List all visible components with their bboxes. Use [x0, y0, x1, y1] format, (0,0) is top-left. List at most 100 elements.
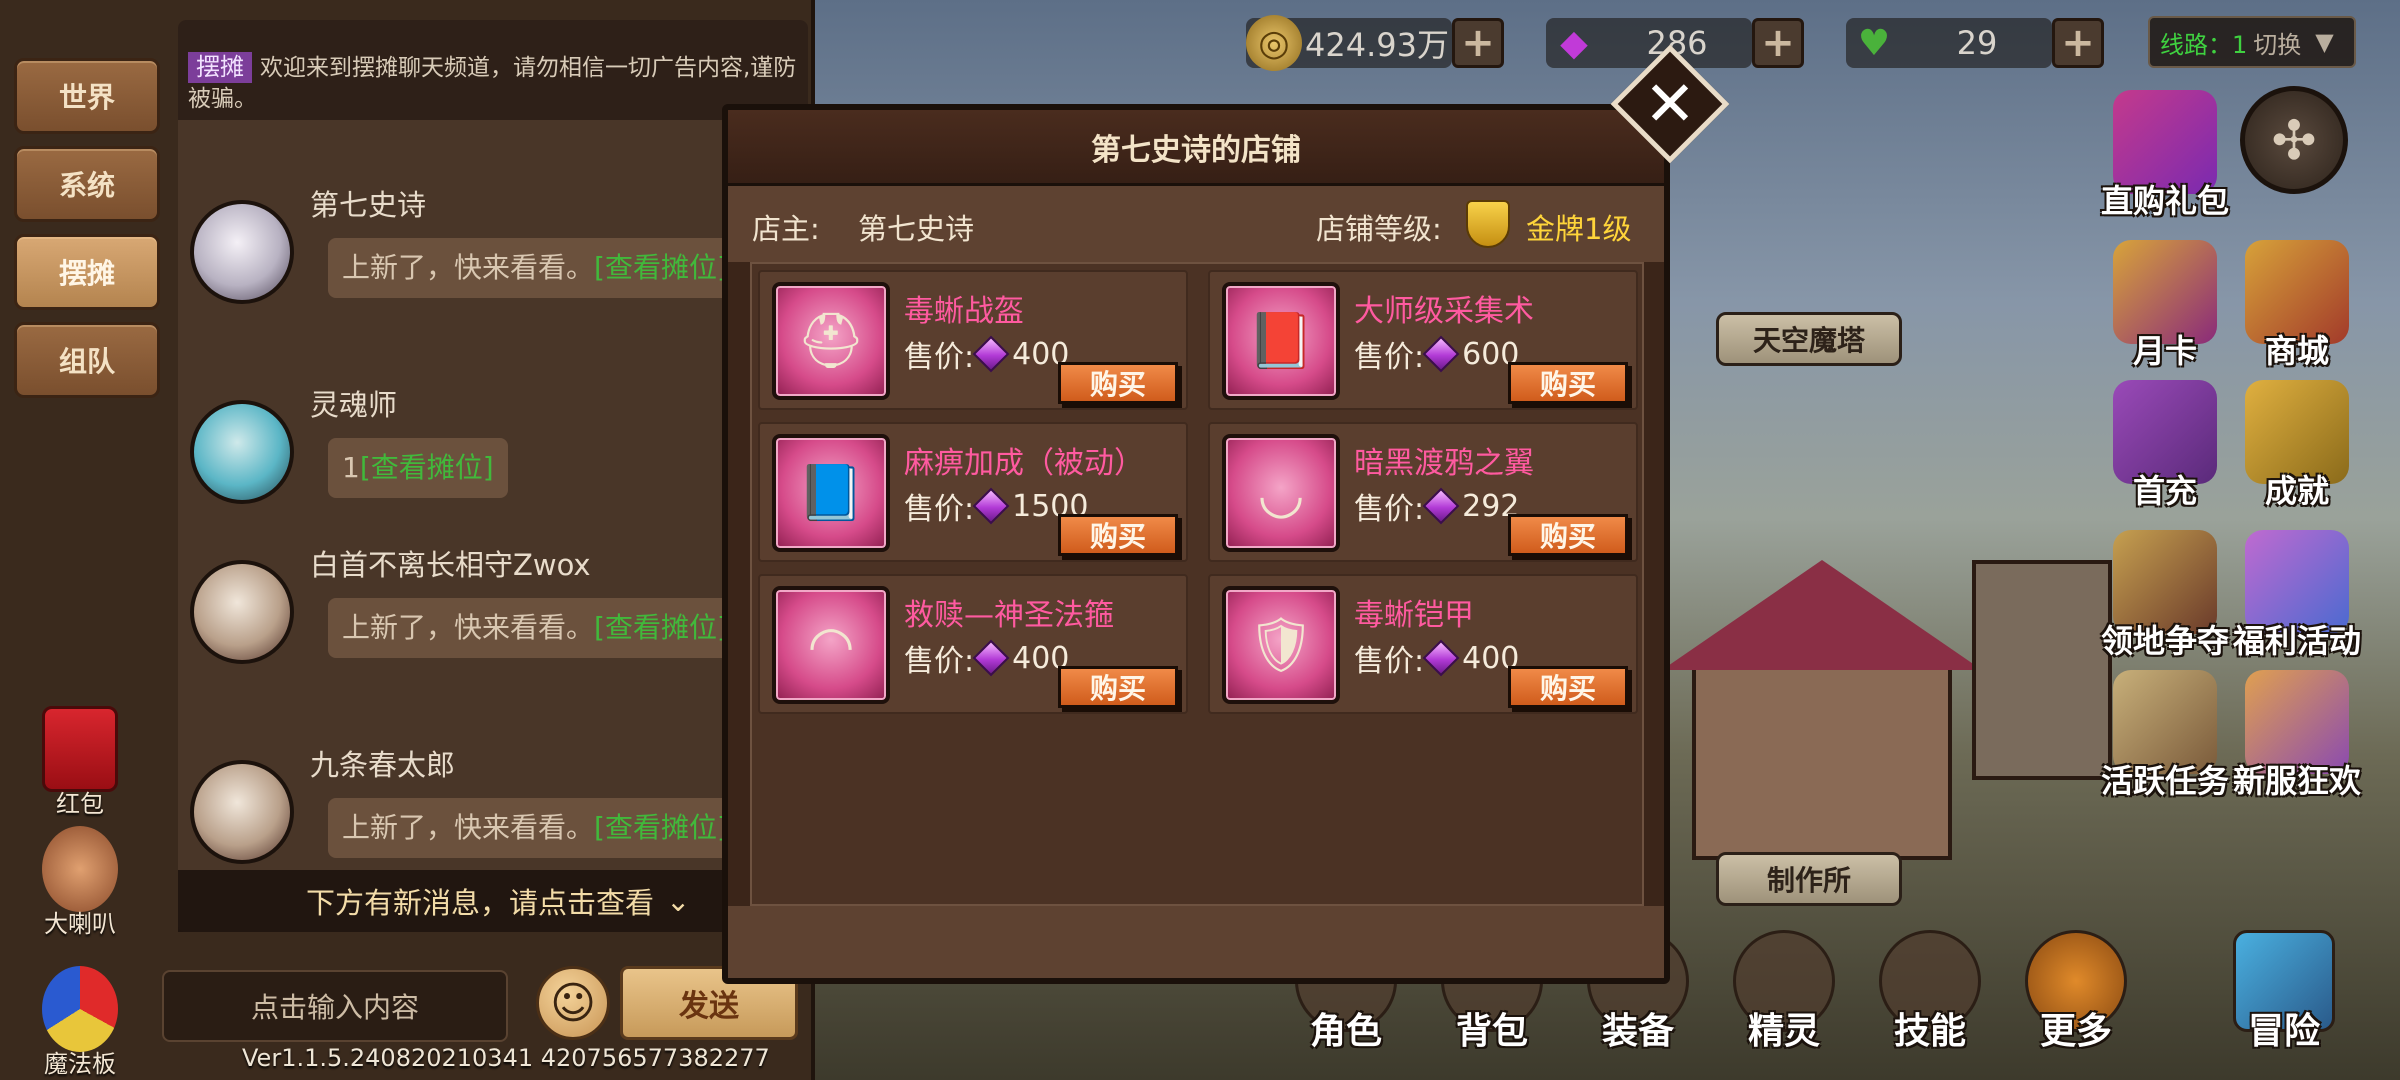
- shop-dialog: 第七史诗的店铺 店主: 第七史诗 店铺等级: 金牌1级 ⛑ 毒蜥战盔 售价: 40…: [722, 104, 1670, 984]
- tab-stall[interactable]: 摆摊: [14, 234, 160, 310]
- nav-equipment-label: 装备: [1601, 1011, 1674, 1052]
- view-stall-link[interactable]: [查看摊位]: [594, 251, 728, 284]
- nav-spirit-label: 精灵: [1747, 1011, 1820, 1052]
- server-line-switch[interactable]: 线路：1 切换 ▼: [2148, 16, 2356, 68]
- new-server-label: 新服狂欢: [2232, 762, 2361, 800]
- dialog-footer: [728, 906, 1664, 978]
- loudspeaker-button[interactable]: 大喇叭: [30, 826, 130, 939]
- shop-item[interactable]: 🛡 毒蜥铠甲 售价: 400 购买: [1208, 574, 1638, 714]
- add-stamina-button[interactable]: +: [2052, 18, 2104, 68]
- collapse-menu-button[interactable]: ✣: [2240, 86, 2348, 194]
- chat-message-list[interactable]: 摆摊 欢迎来到摆摊聊天频道，请勿相信一切广告内容,谨防被骗。 第七史诗 上新了，快…: [178, 20, 808, 932]
- price-label: 售价:: [1354, 644, 1425, 679]
- avatar[interactable]: [190, 200, 294, 304]
- shop-info-row: 店主: 第七史诗 店铺等级: 金牌1级: [728, 186, 1664, 262]
- armor-icon: 🛡: [1222, 586, 1340, 704]
- message-text: 上新了，快来看看。: [342, 611, 595, 644]
- territory-button[interactable]: 领地争夺: [2090, 530, 2240, 662]
- shop-level-label: 店铺等级:: [1316, 212, 1442, 246]
- buy-button[interactable]: 购买: [1058, 514, 1178, 556]
- gold-shield-icon: [1466, 200, 1510, 248]
- welfare-button[interactable]: 福利活动: [2222, 530, 2372, 662]
- add-gem-button[interactable]: +: [1752, 18, 1804, 68]
- buy-button[interactable]: 购买: [1508, 362, 1628, 404]
- view-stall-link[interactable]: [查看摊位]: [594, 611, 728, 644]
- tab-world[interactable]: 世界: [14, 58, 160, 134]
- gem-icon: ◆: [1560, 22, 1588, 64]
- arrows-in-icon: ✣: [2271, 108, 2317, 172]
- house-illustration: [1692, 660, 1952, 860]
- chat-panel: 世界 系统 摆摊 组队 摆摊 欢迎来到摆摊聊天频道，请勿相信一切广告内容,谨防被骗…: [0, 0, 815, 1080]
- double-chevron-down-icon: ⌄: [666, 884, 691, 918]
- item-name: 麻痹加成（被动）: [904, 446, 1144, 481]
- buy-button[interactable]: 购买: [1508, 514, 1628, 556]
- message-text: 上新了，快来看看。: [342, 811, 595, 844]
- nav-more[interactable]: 更多: [2016, 930, 2136, 1054]
- active-tasks-button[interactable]: 活跃任务: [2090, 670, 2240, 802]
- store-label: 商城: [2264, 332, 2329, 370]
- sender-name: 九条春太郎: [310, 748, 456, 782]
- switch-label: 切换: [2253, 30, 2302, 59]
- price-label: 售价:: [904, 340, 975, 375]
- buy-button[interactable]: 购买: [1058, 666, 1178, 708]
- add-gold-button[interactable]: +: [1452, 18, 1504, 68]
- view-stall-link[interactable]: [查看摊位]: [594, 811, 728, 844]
- nav-adventure[interactable]: 冒险: [2214, 930, 2354, 1054]
- nav-character-label: 角色: [1309, 1011, 1382, 1052]
- monthly-card-label: 月卡: [2132, 332, 2197, 370]
- nav-skill-label: 技能: [1893, 1011, 1966, 1052]
- avatar[interactable]: [190, 760, 294, 864]
- tab-team[interactable]: 组队: [14, 322, 160, 398]
- item-name: 大师级采集术: [1354, 294, 1534, 329]
- buy-button[interactable]: 购买: [1508, 666, 1628, 708]
- territory-label: 领地争夺: [2100, 622, 2229, 660]
- price-label: 售价:: [904, 644, 975, 679]
- gem-icon: [972, 639, 1010, 677]
- version-text: Ver1.1.5.240820210341 420756577382277: [242, 1044, 770, 1072]
- red-packet-button[interactable]: 红包: [30, 706, 130, 819]
- shop-item[interactable]: ⛑ 毒蜥战盔 售价: 400 购买: [758, 270, 1188, 410]
- avatar[interactable]: [190, 400, 294, 504]
- nav-adventure-label: 冒险: [2247, 1011, 2320, 1052]
- new-message-hint[interactable]: 下方有新消息，请点击查看 ⌄: [178, 870, 808, 932]
- direct-gift-button[interactable]: 直购礼包: [2090, 90, 2240, 222]
- achievement-button[interactable]: 成就: [2222, 380, 2372, 512]
- nav-skill[interactable]: 技能: [1870, 930, 1990, 1054]
- helmet-icon: ⛑: [772, 282, 890, 400]
- avatar[interactable]: [190, 560, 294, 664]
- tab-system[interactable]: 系统: [14, 146, 160, 222]
- shop-item[interactable]: 📕 大师级采集术 售价: 600 购买: [1208, 270, 1638, 410]
- shop-item[interactable]: ◡ 暗黑渡鸦之翼 售价: 292 购买: [1208, 422, 1638, 562]
- emoji-button[interactable]: ☺: [536, 966, 610, 1040]
- roof-illustration: [1662, 560, 1982, 670]
- sky-tower-plate[interactable]: 天空魔塔: [1716, 312, 1902, 366]
- monthly-card-button[interactable]: 月卡: [2090, 240, 2240, 372]
- magic-board-icon: [42, 966, 118, 1052]
- nav-bag-label: 背包: [1455, 1011, 1528, 1052]
- red-packet-label: 红包: [56, 790, 104, 818]
- shop-item[interactable]: 📘 麻痹加成（被动） 售价: 1500 购买: [758, 422, 1188, 562]
- first-recharge-button[interactable]: 首充: [2090, 380, 2240, 512]
- channel-tag: 摆摊: [188, 52, 252, 83]
- magic-board-button[interactable]: 魔法板: [30, 966, 130, 1079]
- item-price: 售价: 292: [1354, 484, 1519, 528]
- workshop-plate[interactable]: 制作所: [1716, 852, 1902, 906]
- chat-input[interactable]: 点击输入内容: [162, 970, 508, 1042]
- necklace-icon: ◡: [1222, 434, 1340, 552]
- owner-label: 店主:: [752, 212, 820, 246]
- store-button[interactable]: 商城: [2222, 240, 2372, 372]
- new-server-button[interactable]: 新服狂欢: [2222, 670, 2372, 802]
- direct-gift-label: 直购礼包: [2100, 182, 2229, 220]
- nav-more-label: 更多: [2039, 1011, 2112, 1052]
- price-label: 售价:: [1354, 340, 1425, 375]
- sender-name: 第七史诗: [310, 188, 427, 222]
- item-name: 暗黑渡鸦之翼: [1354, 446, 1534, 481]
- view-stall-link[interactable]: [查看摊位]: [360, 451, 494, 484]
- item-name: 救赎—神圣法箍: [904, 598, 1114, 633]
- item-price: 售价: 400: [904, 636, 1069, 680]
- nav-spirit[interactable]: 精灵: [1724, 930, 1844, 1054]
- chat-channel-tabs: 世界 系统 摆摊 组队: [14, 58, 162, 410]
- server-line-label: 线路：1: [2160, 30, 2248, 59]
- buy-button[interactable]: 购买: [1058, 362, 1178, 404]
- shop-item[interactable]: ◠ 救赎—神圣法箍 售价: 400 购买: [758, 574, 1188, 714]
